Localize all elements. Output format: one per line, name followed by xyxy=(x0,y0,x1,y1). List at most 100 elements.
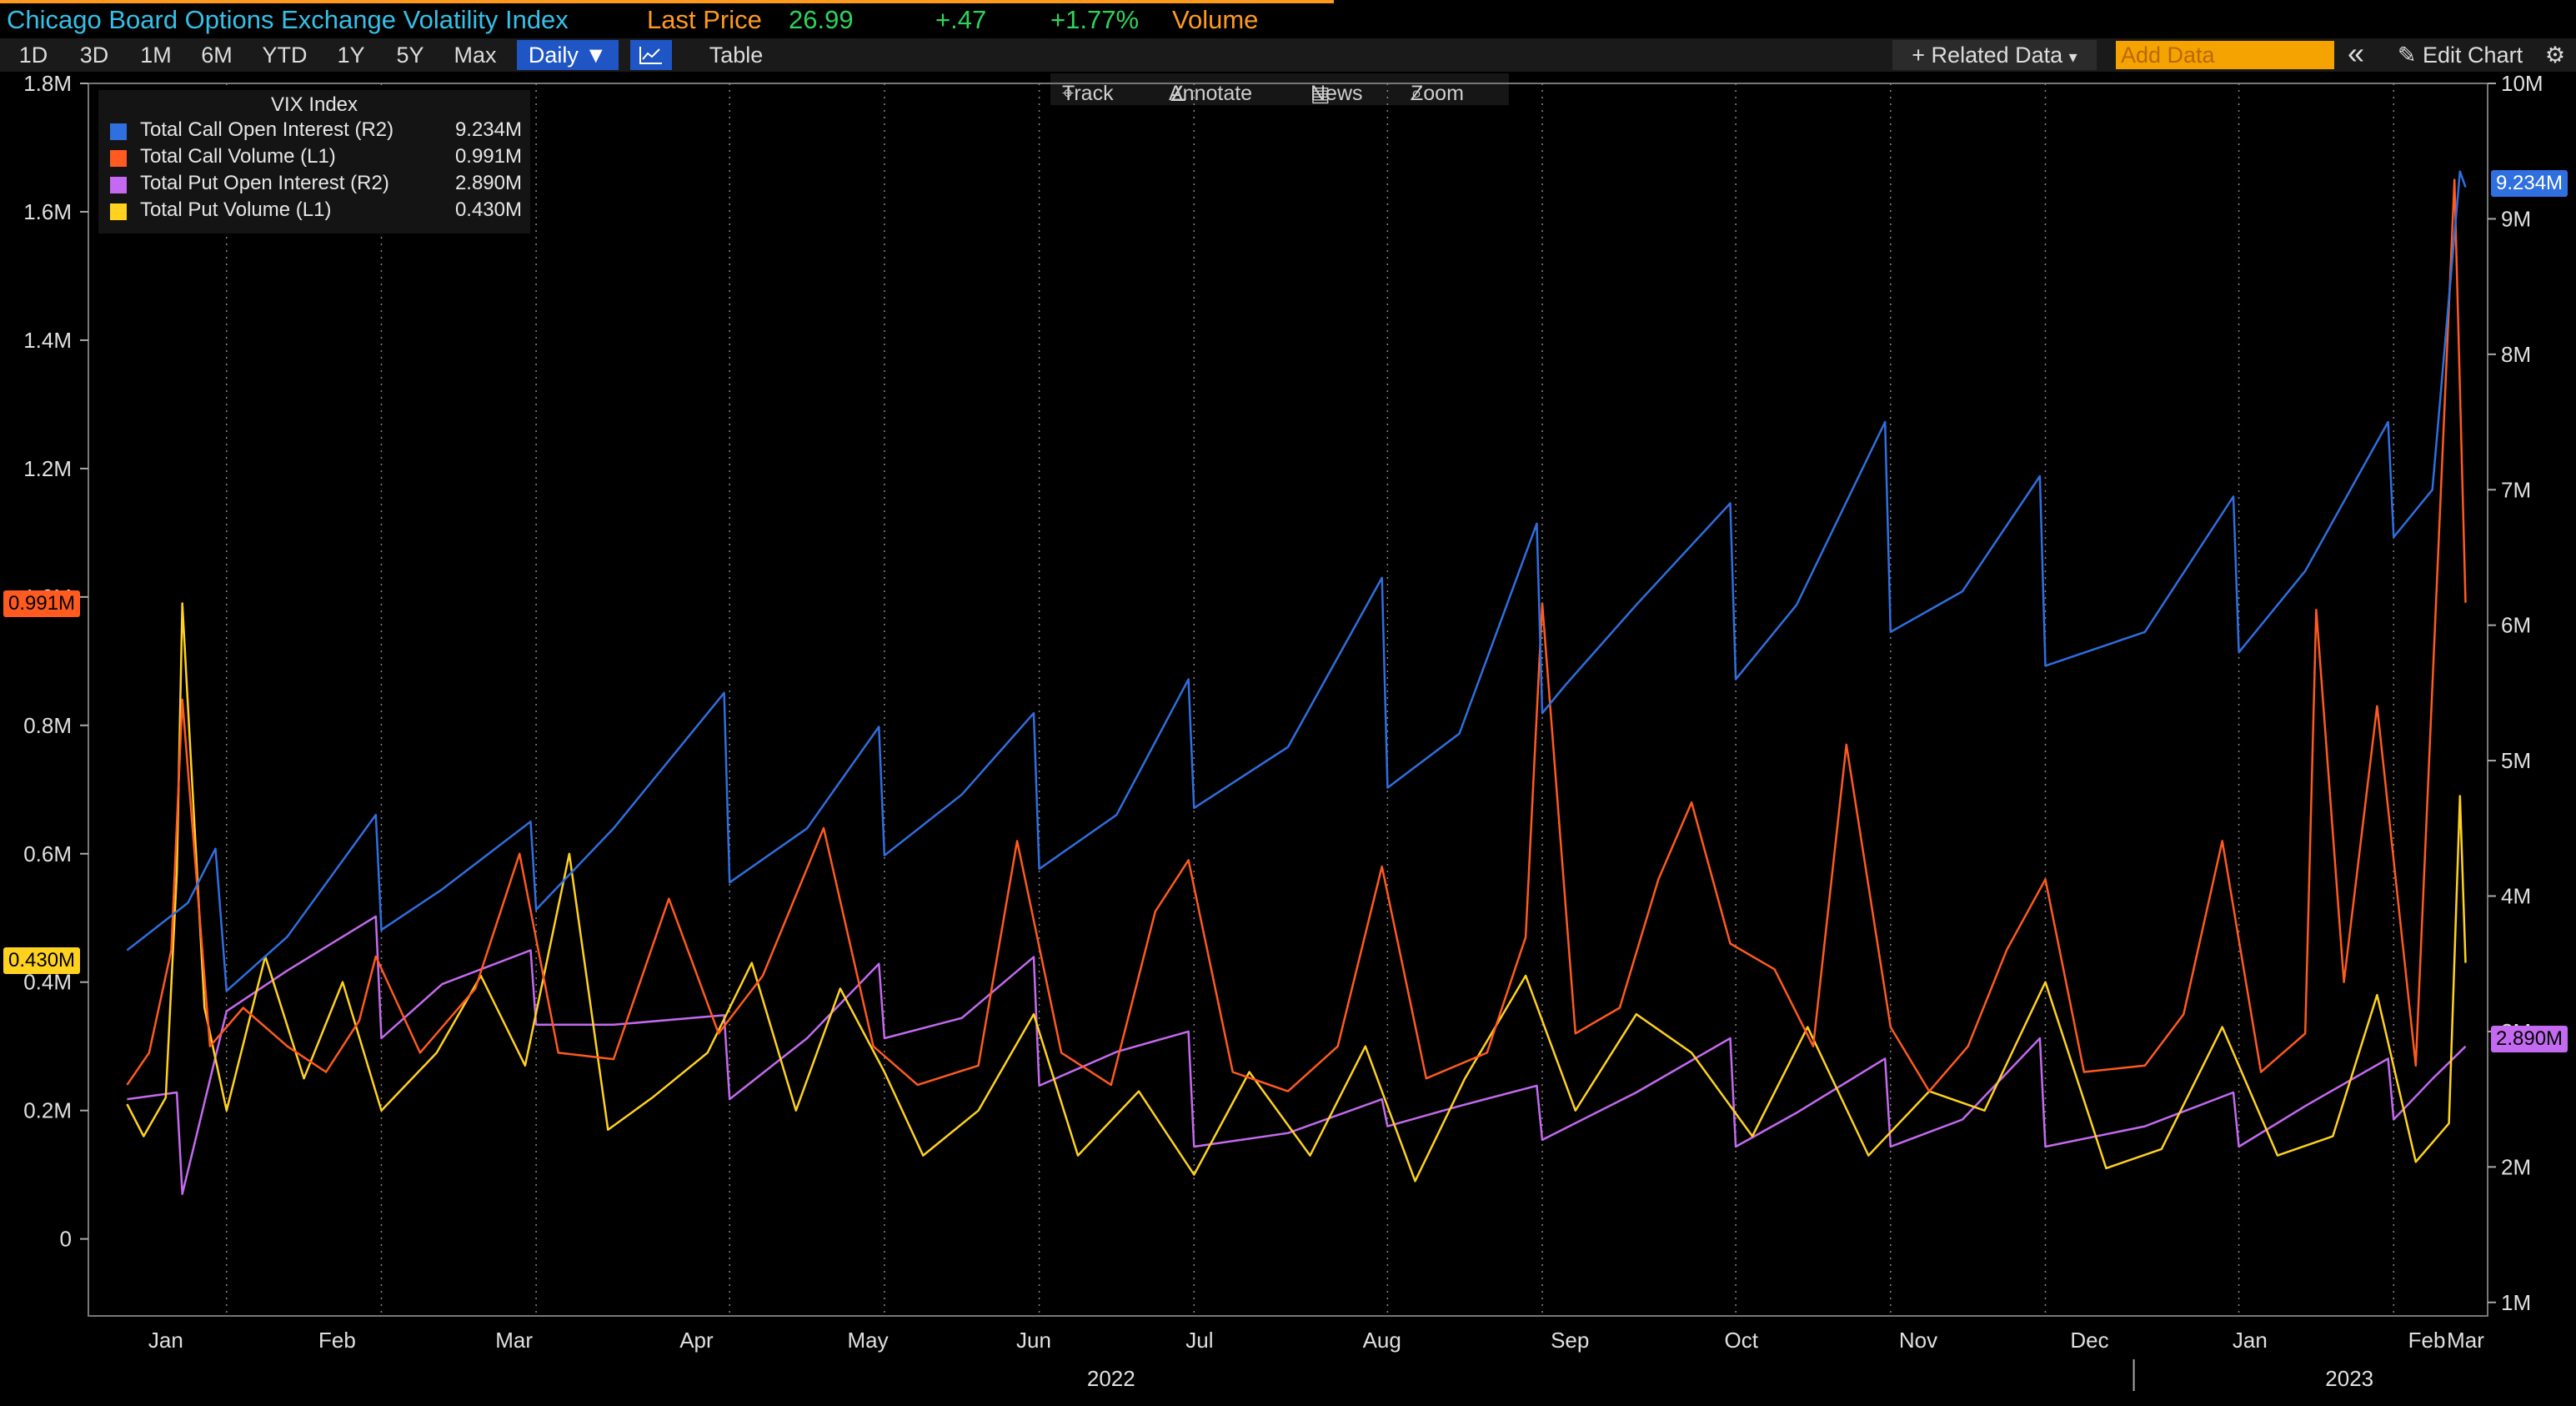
plot-frame xyxy=(88,83,2488,1317)
chevron-down-icon: ▼ xyxy=(584,43,608,68)
x-axis-month-label: Jul xyxy=(1185,1328,1213,1353)
legend-title: VIX Index xyxy=(270,93,358,116)
header-accent-strip xyxy=(0,0,1334,3)
last-price-value: 26.99 xyxy=(789,5,854,34)
legend-axis-tag: (L1) xyxy=(300,145,336,168)
legend-series-name: Total Call Open Interest xyxy=(140,118,349,141)
related-data-button[interactable]: + Related Data ▾ xyxy=(1892,40,2097,70)
last-value-tag-put-oi: 2.890M xyxy=(2491,1026,2568,1052)
x-axis-month-label: Apr xyxy=(679,1328,714,1353)
x-axis-month-label: Oct xyxy=(1725,1328,1759,1353)
line-chart-icon xyxy=(639,47,662,64)
series-line-call-oi[interactable] xyxy=(126,170,2467,992)
legend-value-put-vol: 0.430M xyxy=(454,198,522,221)
last-value-tag-call-vol: 0.991M xyxy=(3,590,81,617)
legend-swatch-put-vol xyxy=(110,203,127,220)
volume-label[interactable]: Volume xyxy=(1172,5,1258,35)
legend-item-call-oi[interactable]: Total Call Open Interest (R2) 9.234M xyxy=(110,118,527,143)
left-axis-tick-label: 0.6M xyxy=(23,841,72,866)
left-axis-tick-label: 1.2M xyxy=(23,456,72,481)
legend-series-name: Total Put Open Interest xyxy=(140,172,345,194)
last-value-tag-call-oi: 9.234M xyxy=(2491,170,2568,197)
right-axis-tick-label: 9M xyxy=(2501,206,2531,231)
legend-label-put-vol: Total Put Volume (L1) xyxy=(140,198,331,222)
pencil-icon: ✎ xyxy=(2397,43,2417,68)
x-axis-year-label: 2023 xyxy=(2325,1366,2373,1391)
x-axis-month-label: Sep xyxy=(1551,1328,1589,1353)
legend-swatch-put-oi xyxy=(110,177,127,193)
x-axis-month-label: Feb xyxy=(2408,1328,2446,1353)
legend-value-call-vol: 0.991M xyxy=(454,145,522,168)
range-1y-button[interactable]: 1Y xyxy=(322,40,380,70)
x-axis-month-label: Jun xyxy=(1016,1328,1051,1353)
chart-plot[interactable]: 00.2M0.4M0.6M0.8M1.0M1.2M1.4M1.6M1.8M1M2… xyxy=(0,72,2576,1406)
left-axis-tick-label: 0.2M xyxy=(23,1098,72,1123)
x-axis-month-label: Mar xyxy=(495,1328,533,1353)
range-6m-button[interactable]: 6M xyxy=(188,40,246,70)
right-axis-tick-label: 5M xyxy=(2501,748,2531,773)
left-axis-tick-label: 1.8M xyxy=(23,72,72,96)
last-price-label: Last Price xyxy=(647,5,762,34)
series-line-put-oi[interactable] xyxy=(127,915,2467,1196)
gear-icon[interactable]: ⚙ xyxy=(2539,40,2571,70)
range-max-button[interactable]: Max xyxy=(442,40,509,70)
legend-axis-tag: (L1) xyxy=(295,198,332,221)
price-change-pct: +1.77% xyxy=(1050,5,1140,34)
x-axis-month-label: May xyxy=(847,1328,888,1353)
table-view-button[interactable]: Table xyxy=(690,40,782,70)
left-axis-tick-label: 1.4M xyxy=(23,328,72,353)
x-axis-month-label: Mar xyxy=(2447,1328,2484,1353)
range-ytd-button[interactable]: YTD xyxy=(253,40,316,70)
legend-swatch-call-oi xyxy=(110,123,127,140)
series-line-put-vol[interactable] xyxy=(126,602,2467,1183)
right-axis-tick-label: 1M xyxy=(2501,1290,2531,1315)
legend-label-call-oi: Total Call Open Interest (R2) xyxy=(140,118,393,142)
related-data-label: + Related Data xyxy=(1912,43,2063,68)
left-axis-tick-label: 0.8M xyxy=(23,713,72,738)
range-5y-button[interactable]: 5Y xyxy=(381,40,439,70)
legend-swatch-call-vol xyxy=(110,150,127,167)
frequency-label: Daily xyxy=(528,43,579,68)
edit-chart-label: Edit Chart xyxy=(2423,43,2523,68)
last-value-tag-put-vol: 0.430M xyxy=(3,947,81,974)
right-axis-tick-label: 6M xyxy=(2501,613,2531,638)
right-axis-tick-label: 2M xyxy=(2501,1154,2531,1179)
legend-axis-tag: (R2) xyxy=(350,172,389,194)
chart-legend: VIX Index Total Call Open Interest (R2) … xyxy=(98,90,530,233)
range-1d-button[interactable]: 1D xyxy=(8,40,58,70)
range-3d-button[interactable]: 3D xyxy=(65,40,123,70)
legend-series-name: Total Put Volume xyxy=(140,198,291,221)
frequency-dropdown[interactable]: Daily ▼ xyxy=(517,40,619,70)
legend-value-call-oi: 9.234M xyxy=(454,118,522,141)
x-axis-month-label: Jan xyxy=(148,1328,183,1353)
add-data-input[interactable]: Add Data xyxy=(2116,41,2334,69)
legend-label-put-oi: Total Put Open Interest (R2) xyxy=(140,172,389,195)
legend-value-put-oi: 2.890M xyxy=(454,172,522,194)
legend-series-name: Total Call Volume xyxy=(140,145,295,168)
security-title[interactable]: Chicago Board Options Exchange Volatilit… xyxy=(7,5,569,35)
right-axis-tick-label: 4M xyxy=(2501,884,2531,909)
x-axis-month-label: Jan xyxy=(2233,1328,2268,1353)
legend-axis-tag: (R2) xyxy=(354,118,394,141)
legend-item-put-oi[interactable]: Total Put Open Interest (R2) 2.890M xyxy=(110,172,527,197)
caret-down-icon: ▾ xyxy=(2068,48,2077,67)
right-axis-tick-label: 8M xyxy=(2501,342,2531,367)
legend-item-put-vol[interactable]: Total Put Volume (L1) 0.430M xyxy=(110,198,527,223)
range-1m-button[interactable]: 1M xyxy=(127,40,185,70)
chart-toolbar-row: 1D 3D 1M 6M YTD 1Y 5Y Max Daily ▼ Table … xyxy=(0,38,2576,72)
price-change: +.47 xyxy=(935,5,987,34)
x-axis-month-label: Feb xyxy=(318,1328,356,1353)
edit-chart-button[interactable]: ✎ Edit Chart xyxy=(2381,40,2539,70)
legend-item-call-vol[interactable]: Total Call Volume (L1) 0.991M xyxy=(110,145,527,170)
collapse-icon[interactable]: « xyxy=(2339,38,2373,70)
security-header: Chicago Board Options Exchange Volatilit… xyxy=(0,0,2576,38)
legend-label-call-vol: Total Call Volume (L1) xyxy=(140,145,336,168)
left-axis-tick-label: 1.6M xyxy=(23,199,72,224)
x-axis-year-label: 2022 xyxy=(1087,1366,1135,1391)
x-axis-month-label: Nov xyxy=(1899,1328,1937,1353)
right-axis-tick-label: 7M xyxy=(2501,477,2531,502)
right-axis-tick-label: 10M xyxy=(2501,72,2543,96)
left-axis-tick-label: 0 xyxy=(60,1227,72,1252)
series-line-call-vol[interactable] xyxy=(126,178,2467,1092)
line-chart-button[interactable] xyxy=(630,40,672,70)
